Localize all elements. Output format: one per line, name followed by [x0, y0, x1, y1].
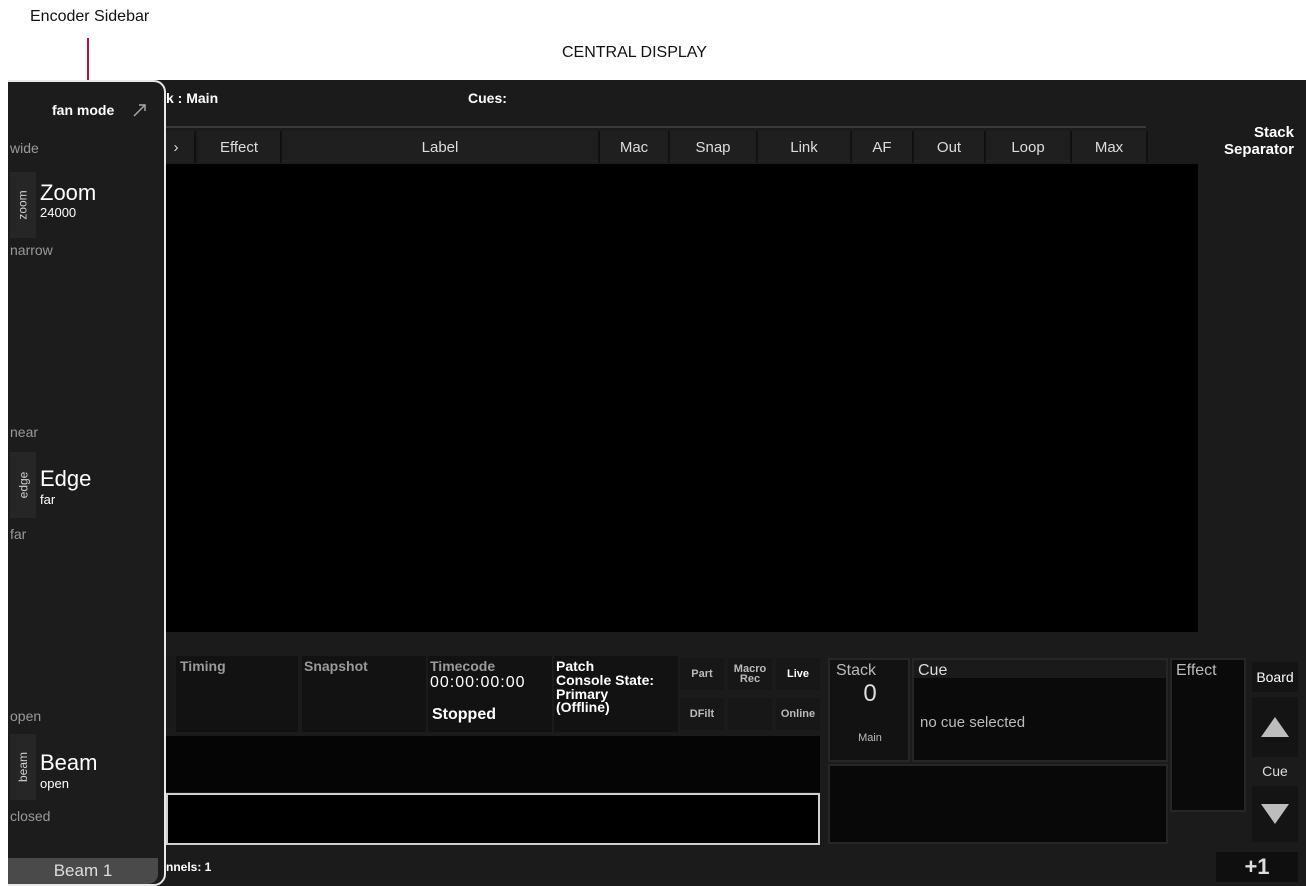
timecode-value: 00:00:00:00 [430, 674, 526, 691]
cue-panel-header [914, 660, 1166, 678]
timing-cell[interactable]: Timing [176, 656, 298, 732]
effect-panel[interactable]: Effect [1170, 658, 1246, 812]
encoder-page-button[interactable]: Beam 1 [8, 858, 158, 884]
snapshot-cell[interactable]: Snapshot [302, 656, 426, 732]
timecode-state: Stopped [432, 706, 496, 723]
dfilt-button[interactable]: DFilt [680, 698, 724, 730]
timecode-label: Timecode [430, 658, 496, 674]
live-button[interactable]: Live [776, 658, 820, 690]
column-header-snap[interactable]: Snap [670, 131, 758, 163]
encoder-sidebar[interactable]: fan mode wide zoom Zoom 24000 narrow nea… [8, 80, 166, 886]
column-header-af[interactable]: AF [852, 131, 914, 163]
cue-panel[interactable]: Cue no cue selected [912, 658, 1168, 762]
column-header-out[interactable]: Out [914, 131, 986, 163]
edge-encoder-tab[interactable]: edge [10, 452, 36, 518]
cue-list-area[interactable] [158, 164, 1198, 632]
effect-label: Effect [1176, 662, 1217, 679]
cue-down-button[interactable] [1252, 786, 1298, 842]
cue-up-button[interactable] [1252, 697, 1298, 757]
fan-mode-arrow-icon[interactable] [132, 102, 148, 118]
zoom-encoder-name: Zoom [40, 180, 97, 205]
fan-mode-label[interactable]: fan mode [52, 102, 114, 118]
column-header-loop[interactable]: Loop [986, 131, 1072, 163]
edge-bottom-limit: far [10, 526, 27, 542]
column-header-mac[interactable]: Mac [600, 131, 670, 163]
online-button[interactable]: Online [776, 698, 820, 730]
cue-nav-label: Cue [1262, 763, 1288, 779]
stack-name: Main [858, 732, 882, 744]
zoom-bottom-limit: narrow [10, 242, 53, 258]
column-header-label[interactable]: Label [282, 131, 600, 163]
plus-one-button[interactable]: +1 [1216, 852, 1298, 882]
status-cell-edge [166, 656, 174, 732]
playback-detail-panel [828, 764, 1168, 844]
cuelist-title: k : Main [166, 90, 219, 106]
command-line-input[interactable] [166, 793, 820, 845]
beam-encoder-tab[interactable]: beam [10, 734, 36, 800]
console-screen: k : Main Cues: › Effect Label Mac Snap L… [8, 80, 1306, 886]
cue-label: Cue [918, 662, 948, 679]
central-display-callout: CENTRAL DISPLAY [562, 44, 707, 61]
header-rule [158, 126, 1146, 128]
stack-separator-label[interactable]: Stack Separator [1204, 124, 1294, 158]
stack-panel[interactable]: Stack 0 Main [828, 658, 910, 762]
board-button[interactable]: Board [1252, 662, 1298, 692]
zoom-encoder-value: 24000 [40, 205, 77, 220]
part-button[interactable]: Part [680, 658, 724, 690]
column-header-max[interactable]: Max [1072, 131, 1148, 163]
selected-channels-count: nnels: 1 [166, 860, 212, 874]
patch-console-cell[interactable]: Patch Console State: Primary (Offline) [554, 656, 678, 732]
edge-encoder-value: far [40, 492, 56, 507]
encoder-sidebar-callout: Encoder Sidebar [30, 8, 150, 25]
beam-bottom-limit: closed [10, 808, 51, 824]
zoom-encoder-tab[interactable]: zoom [10, 172, 36, 238]
cue-status-text: no cue selected [920, 714, 1026, 731]
console-state-value: Primary (Offline) [556, 686, 610, 715]
beam-encoder-value: open [40, 776, 69, 791]
stack-label: Stack [836, 662, 877, 679]
stack-number: 0 [863, 680, 877, 707]
timecode-cell[interactable]: Timecode 00:00:00:00 Stopped [428, 656, 552, 732]
edge-top-limit: near [10, 424, 39, 440]
arrow-up-icon [1261, 717, 1289, 737]
edge-encoder-name: Edge [40, 466, 92, 491]
command-history [166, 736, 820, 792]
beam-top-limit: open [10, 708, 42, 724]
blank-button[interactable] [728, 698, 772, 730]
zoom-top-limit: wide [10, 140, 39, 156]
cues-label: Cues: [468, 90, 507, 106]
beam-encoder-name: Beam [40, 750, 98, 775]
column-header-effect[interactable]: Effect [198, 131, 282, 163]
macro-rec-button[interactable]: Macro Rec [728, 658, 772, 690]
arrow-down-icon [1261, 804, 1289, 824]
snapshot-label: Snapshot [304, 658, 368, 674]
timing-label: Timing [180, 658, 226, 674]
column-header-link[interactable]: Link [758, 131, 852, 163]
